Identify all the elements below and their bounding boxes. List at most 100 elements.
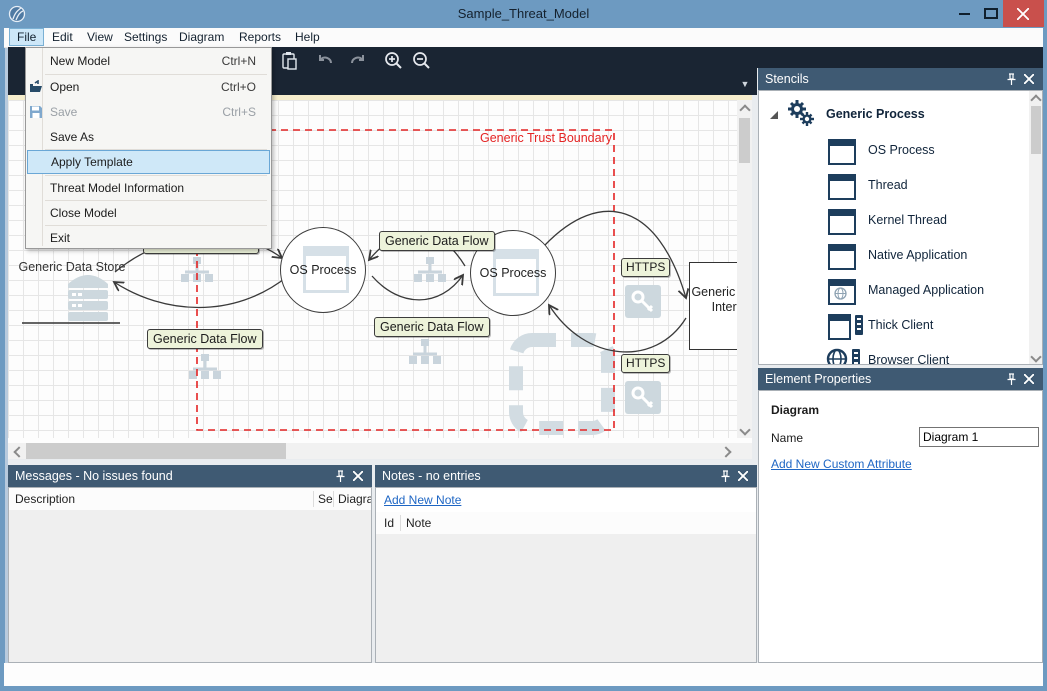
menu-edit[interactable]: Edit [45,28,80,46]
trust-boundary-label[interactable]: Generic Trust Boundary [428,131,612,145]
globe-window-icon [828,279,856,305]
panel-title: Notes - no entries [382,465,481,487]
tower-icon [855,315,863,335]
data-flow-label[interactable]: Generic Data Flow [147,329,263,349]
window-icon [828,209,856,235]
close-icon[interactable] [352,470,364,482]
pin-icon[interactable] [1006,373,1017,386]
properties-section-title: Diagram [771,403,819,417]
window-tower-icon [828,314,851,340]
add-new-note-link[interactable]: Add New Note [384,493,461,507]
stencils-scrollbar[interactable] [1029,91,1043,364]
data-flow-label[interactable]: Generic Data Flow [374,317,490,337]
scroll-down-icon[interactable] [1030,351,1041,362]
open-folder-icon [29,80,43,94]
column-description[interactable]: Description [15,492,75,506]
column-diagram[interactable]: Diagram [338,492,371,506]
menu-item-save[interactable]: Save Ctrl+S [27,100,268,124]
scroll-down-icon[interactable] [739,424,750,435]
messages-panel-header: Messages - No issues found [8,465,372,487]
os-process-node[interactable]: OS Process [280,227,366,313]
menu-item-new-model[interactable]: New Model Ctrl+N [27,49,268,73]
menu-item-apply-template[interactable]: Apply Template [27,150,270,174]
menu-bar: File Edit View Settings Diagram Reports … [4,28,1043,48]
tower-icon [852,349,860,365]
toolbar-overflow-icon[interactable]: ▼ [738,78,752,90]
zoom-in-icon[interactable] [384,51,404,71]
menu-item-save-as[interactable]: Save As [27,125,268,149]
copy-icon[interactable] [280,51,300,71]
column-divider[interactable] [313,491,314,507]
name-label: Name [771,431,803,445]
menu-settings[interactable]: Settings [117,28,174,46]
panel-title: Messages - No issues found [15,465,173,487]
scroll-up-icon[interactable] [1030,94,1041,105]
close-icon[interactable] [1023,73,1035,85]
data-flow-label[interactable]: Generic Data Flow [379,231,495,251]
expander-icon[interactable] [770,111,778,119]
column-divider[interactable] [400,515,401,531]
scroll-left-icon[interactable] [13,446,24,457]
stencil-group-generic-process[interactable]: Generic Process [760,96,1028,130]
window-icon [828,139,856,165]
window-border [0,686,1047,691]
external-interactor-node[interactable]: Generic External Interactor [689,262,737,350]
column-severity[interactable]: Se [318,492,333,506]
redo-icon[interactable] [347,51,367,71]
stencil-item-thread[interactable]: Thread [760,169,1028,204]
element-properties-header: Element Properties [758,368,1043,390]
node-label: OS Process [290,263,357,277]
https-flow-label[interactable]: HTTPS [621,354,670,373]
canvas-horizontal-scrollbar[interactable] [8,443,737,459]
menu-item-exit[interactable]: Exit [27,226,268,250]
scroll-up-icon[interactable] [739,104,750,115]
pin-icon[interactable] [1006,73,1017,86]
menu-reports[interactable]: Reports [232,28,288,46]
canvas-vertical-scrollbar[interactable] [737,100,752,438]
toolbar [757,47,1043,68]
close-button[interactable] [1003,0,1044,27]
minimize-button[interactable] [953,0,977,27]
scroll-right-icon[interactable] [720,446,731,457]
scrollbar-corner [737,443,752,459]
stencil-item-os-process[interactable]: OS Process [760,134,1028,169]
messages-list-empty [9,510,371,662]
window-border [1043,28,1047,691]
stencil-item-native-application[interactable]: Native Application [760,239,1028,274]
menu-item-close-model[interactable]: Close Model [27,201,268,225]
column-divider[interactable] [333,491,334,507]
column-note[interactable]: Note [406,516,431,530]
stencil-item-managed-application[interactable]: Managed Application [760,274,1028,309]
stencil-item-kernel-thread[interactable]: Kernel Thread [760,204,1028,239]
scrollbar-thumb[interactable] [1031,106,1041,154]
close-icon[interactable] [1023,373,1035,385]
messages-column-header-row: Description Se Diagram [9,488,371,511]
diagram-name-input[interactable] [919,427,1039,447]
undo-icon[interactable] [316,51,336,71]
stencil-item-thick-client[interactable]: Thick Client [760,309,1028,344]
menu-diagram[interactable]: Diagram [172,28,231,46]
messages-panel: Description Se Diagram [8,487,372,663]
column-id[interactable]: Id [384,516,394,530]
https-flow-label[interactable]: HTTPS [621,258,670,277]
add-custom-attribute-link[interactable]: Add New Custom Attribute [771,457,912,471]
element-properties-panel: Diagram Name Add New Custom Attribute [758,390,1043,663]
zoom-out-icon[interactable] [412,51,432,71]
stencils-panel-header: Stencils [758,68,1043,90]
menu-item-open[interactable]: Open Ctrl+O [27,75,268,99]
menu-help[interactable]: Help [288,28,327,46]
pin-icon[interactable] [335,470,346,483]
menu-view[interactable]: View [80,28,120,46]
scrollbar-thumb[interactable] [26,443,286,459]
menu-item-threat-model-information[interactable]: Threat Model Information [27,176,268,200]
stencil-item-browser-client[interactable]: Browser Client [760,344,1028,365]
data-store-node[interactable]: Generic Data Store [18,260,126,275]
maximize-button[interactable] [978,0,1002,27]
close-icon[interactable] [737,470,749,482]
menu-file[interactable]: File [9,28,44,46]
pin-icon[interactable] [720,470,731,483]
node-label: OS Process [480,266,547,280]
notes-panel: Add New Note Id Note [375,487,757,663]
scrollbar-thumb[interactable] [739,118,750,163]
save-floppy-icon [29,105,43,119]
